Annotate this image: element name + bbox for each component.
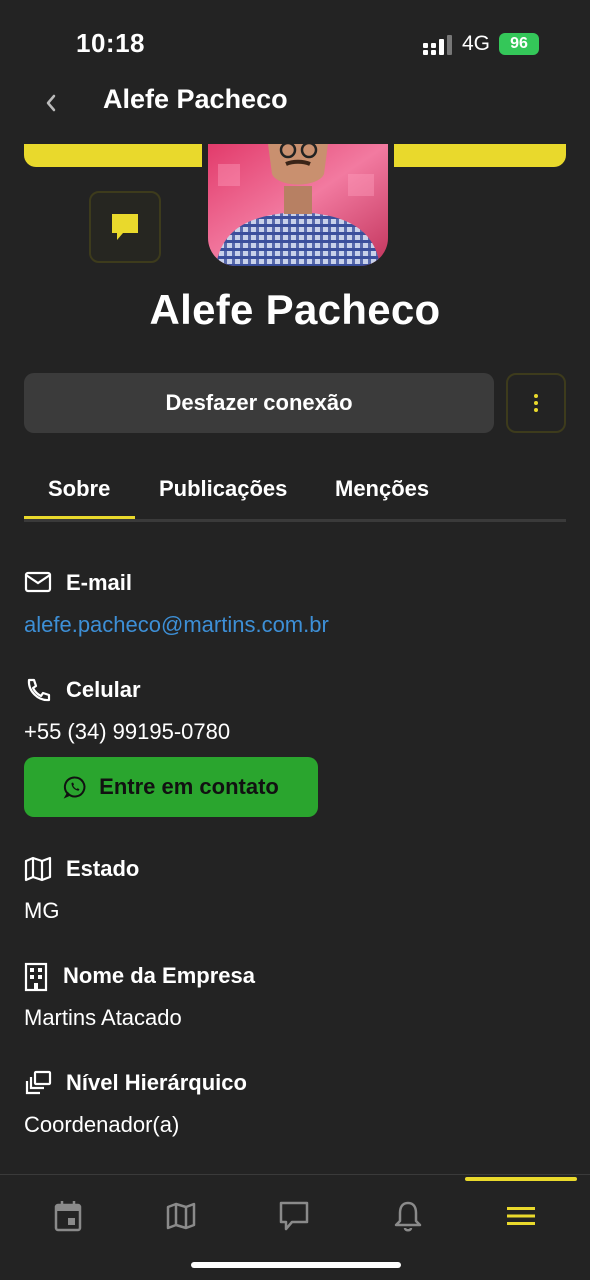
home-indicator <box>191 1262 401 1268</box>
battery-indicator: 96 <box>499 33 539 55</box>
menu-icon <box>507 1207 535 1225</box>
more-options-button[interactable] <box>506 373 566 433</box>
nav-title: Alefe Pacheco <box>103 84 288 114</box>
level-label: Nível Hierárquico <box>66 1070 247 1095</box>
nav-notifications[interactable] <box>391 1199 425 1233</box>
mail-icon <box>24 571 52 593</box>
company-value: Martins Atacado <box>24 1005 182 1030</box>
map-icon <box>166 1202 196 1230</box>
profile-name: Alefe Pacheco <box>149 286 441 333</box>
cover-banner-right <box>394 144 566 167</box>
tab-mencoes[interactable]: Menções <box>335 476 429 502</box>
phone-icon <box>27 678 51 702</box>
nav-bar: Alefe Pacheco <box>0 80 590 126</box>
profile-tabs: Sobre Publicações Menções <box>24 466 566 522</box>
hierarchy-icon <box>25 1070 52 1095</box>
network-type: 4G <box>462 32 491 55</box>
back-button[interactable] <box>40 86 64 120</box>
avatar <box>208 144 388 266</box>
chat-icon <box>279 1201 309 1231</box>
tab-publicacoes[interactable]: Publicações <box>159 476 287 502</box>
phone-number: +55 (34) 99195-0780 <box>24 719 231 744</box>
more-vertical-icon <box>534 394 538 412</box>
whatsapp-button-label: Entre em contato <box>99 774 279 799</box>
nav-map[interactable] <box>164 1199 198 1233</box>
cover-banner-left <box>24 144 202 167</box>
tab-sobre[interactable]: Sobre <box>48 476 110 502</box>
message-icon <box>112 214 138 240</box>
building-icon <box>24 962 48 992</box>
email-label: E-mail <box>66 570 133 595</box>
phone-label: Celular <box>66 677 141 702</box>
disconnect-button[interactable]: Desfazer conexão <box>24 373 494 433</box>
active-nav-indicator <box>465 1177 577 1181</box>
nav-calendar[interactable] <box>51 1199 85 1233</box>
status-bar: 10:18 4G 96 <box>0 0 590 80</box>
active-tab-indicator <box>24 516 135 519</box>
nav-chat[interactable] <box>277 1199 311 1233</box>
calendar-icon <box>54 1201 82 1232</box>
state-value: MG <box>24 898 60 923</box>
map-icon <box>24 856 52 882</box>
send-message-button[interactable] <box>89 191 161 263</box>
email-link[interactable]: alefe.pacheco@martins.com.br <box>24 612 329 638</box>
company-label: Nome da Empresa <box>63 963 255 988</box>
status-time: 10:18 <box>76 28 145 58</box>
bell-icon <box>394 1201 422 1232</box>
state-label: Estado <box>66 856 140 881</box>
level-value: Coordenador(a) <box>24 1112 180 1137</box>
whatsapp-icon <box>63 776 86 799</box>
whatsapp-contact-button[interactable]: Entre em contato <box>24 757 318 817</box>
signal-icon <box>423 35 452 55</box>
nav-menu[interactable] <box>504 1199 538 1233</box>
